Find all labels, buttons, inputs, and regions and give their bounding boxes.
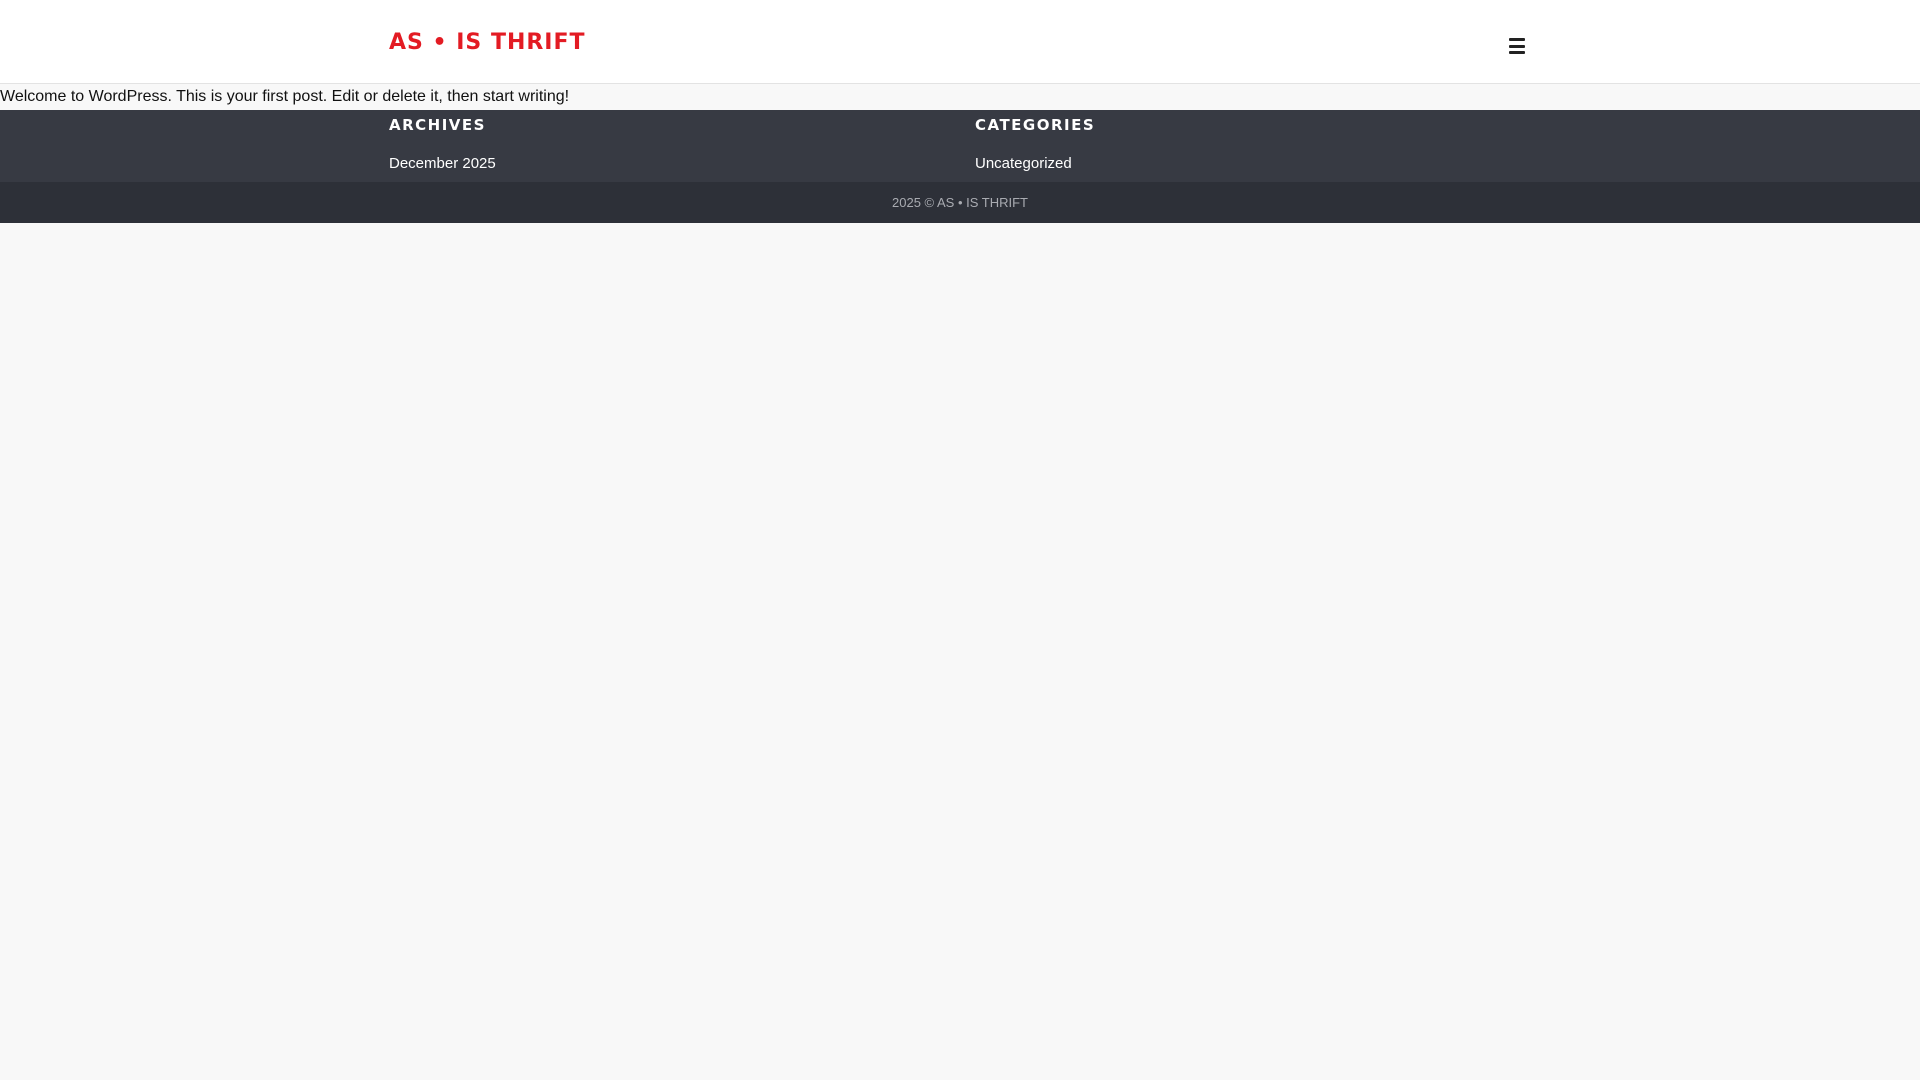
footer-widgets: ARCHIVES December 2025 CATEGORIES Uncate… — [0, 110, 1920, 182]
post-excerpt: Welcome to WordPress. This is your first… — [0, 88, 570, 105]
copyright-text: 2025 © AS • IS THRIFT — [892, 195, 1028, 210]
categories-widget: CATEGORIES Uncategorized — [975, 110, 1095, 174]
archives-widget: ARCHIVES December 2025 — [389, 110, 496, 174]
menu-bar — [1509, 38, 1525, 41]
archive-link-december-2025[interactable]: December 2025 — [389, 154, 496, 174]
hamburger-menu-icon[interactable] — [1509, 38, 1527, 54]
site-header: AS • IS THRIFT — [0, 0, 1920, 84]
archives-title: ARCHIVES — [389, 116, 486, 134]
menu-bar — [1509, 51, 1525, 54]
category-link-uncategorized[interactable]: Uncategorized — [975, 154, 1095, 174]
site-footer: 2025 © AS • IS THRIFT — [0, 182, 1920, 223]
site-logo[interactable]: AS • IS THRIFT — [389, 28, 586, 58]
menu-bar — [1509, 44, 1525, 48]
categories-title: CATEGORIES — [975, 116, 1096, 134]
